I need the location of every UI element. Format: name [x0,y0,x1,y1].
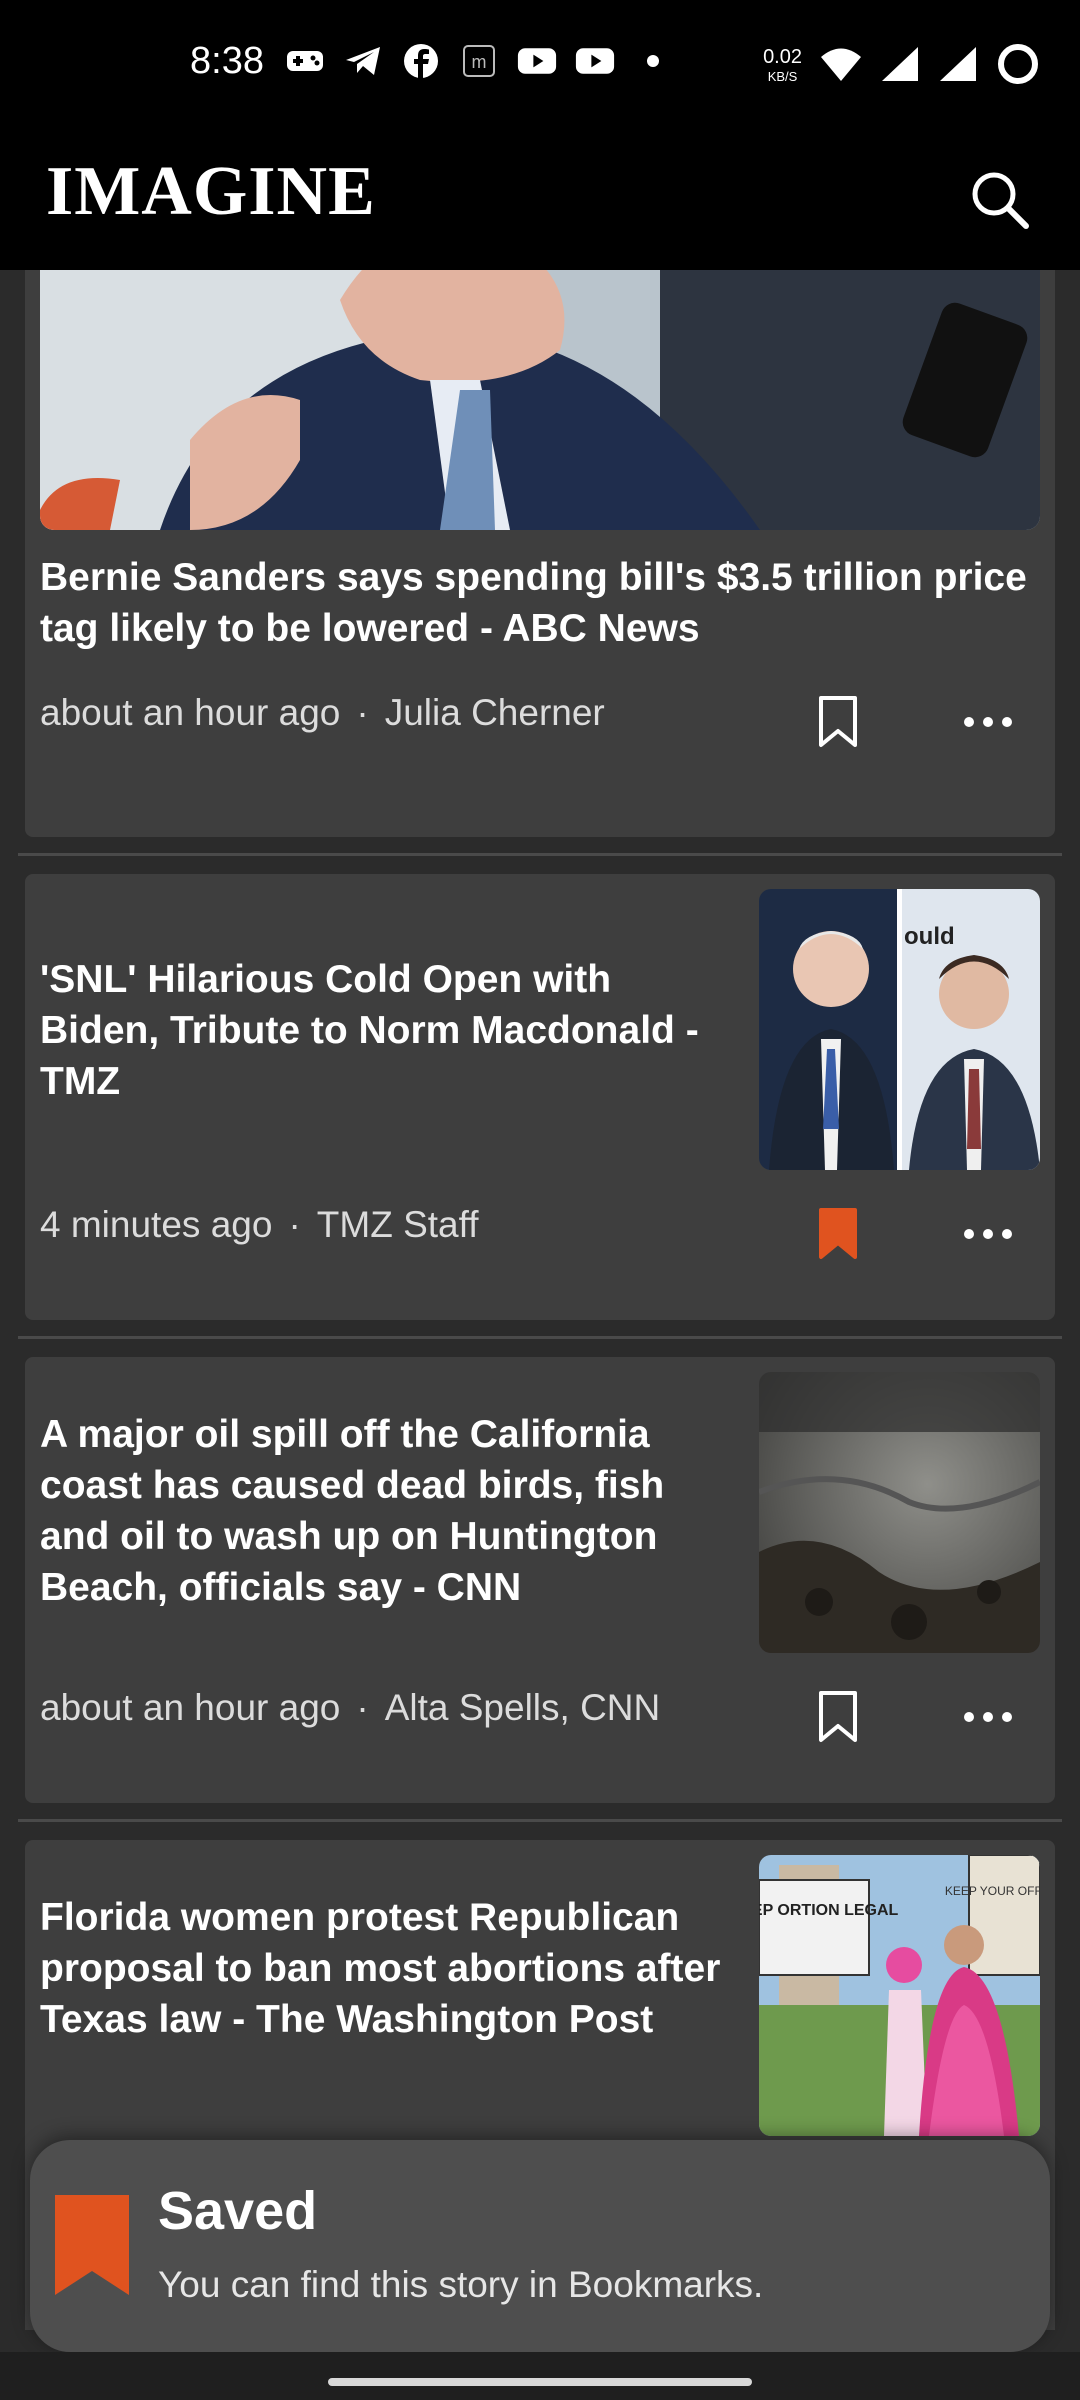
bookmark-button[interactable] [808,687,868,757]
article-meta: 4 minutes ago · TMZ Staff [40,1204,479,1246]
article-title[interactable]: Florida women protest Republican proposa… [40,1892,730,2045]
system-icons: 0.02 KB/S [763,42,1040,91]
battery-icon [996,42,1040,91]
search-button[interactable] [958,158,1042,242]
divider [18,1819,1062,1822]
net-speed-unit: KB/S [767,68,798,84]
thumb-sign-right: KEEP YOUR OFF MY [945,1884,1040,1898]
notification-icons: m [285,44,673,78]
article-author: TMZ Staff [316,1204,479,1245]
thumb-caption: ould [904,923,955,950]
article-card[interactable]: A major oil spill off the California coa… [25,1357,1055,1803]
divider [18,1336,1062,1339]
thumb-sign-left: KEEP ORTION LEGAL [759,1902,899,1919]
article-time: about an hour ago [40,1687,341,1728]
youtube-icon [517,44,557,78]
signal-icon [880,45,920,88]
net-speed-value: 0.02 [763,45,802,68]
bookmark-filled-icon [55,2195,129,2295]
more-horizontal-icon [964,1229,1012,1239]
article-meta: about an hour ago · Alta Spells, CNN [40,1687,660,1729]
youtube-icon [575,44,615,78]
snackbar-title: Saved [158,2181,318,2241]
wifi-icon [820,46,862,87]
bookmark-button[interactable] [808,1199,868,1269]
bookmark-filled-icon [819,1208,857,1259]
article-card[interactable]: Bernie Sanders says spending bill's $3.5… [25,270,1055,837]
news-feed: Bernie Sanders says spending bill's $3.5… [0,270,1080,2330]
article-image [759,1372,1040,1653]
more-options-button[interactable] [948,1682,1028,1752]
article-title[interactable]: A major oil spill off the California coa… [40,1409,730,1613]
article-title[interactable]: 'SNL' Hilarious Cold Open with Biden, Tr… [40,954,730,1107]
status-bar: 8:38 m 0.02 KB/S [0,0,1080,130]
article-image: ould [759,889,1040,1170]
m-icon: m [459,44,499,78]
meta-separator: · [356,1687,369,1728]
article-meta: about an hour ago · Julia Cherner [40,692,605,734]
facebook-icon [401,44,441,78]
article-time: about an hour ago [40,692,341,733]
navigation-bar [0,2352,1080,2400]
app-title: IMAGINE [46,153,376,230]
article-time: 4 minutes ago [40,1204,273,1245]
bookmark-outline-icon [819,696,857,747]
snackbar-message: You can find this story in Bookmarks. [158,2264,764,2305]
article-card[interactable]: 'SNL' Hilarious Cold Open with Biden, Tr… [25,874,1055,1320]
telegram-icon [343,44,383,78]
more-options-button[interactable] [948,687,1028,757]
svg-text:m: m [472,52,487,72]
game-controller-icon [285,44,325,78]
more-horizontal-icon [964,717,1012,727]
net-speed: 0.02 KB/S [763,47,802,87]
app-bar: IMAGINE [0,130,1080,270]
more-options-button[interactable] [948,1199,1028,1269]
divider [18,853,1062,856]
article-title[interactable]: Bernie Sanders says spending bill's $3.5… [40,552,1050,654]
gesture-handle[interactable] [328,2378,752,2386]
dot-icon [633,44,673,78]
article-author: Julia Cherner [384,692,605,733]
bookmark-outline-icon [819,1691,857,1742]
article-image: KEEP ORTION LEGAL KEEP YOUR OFF MY [759,1855,1040,2136]
meta-separator: · [288,1204,301,1245]
status-time: 8:38 [190,40,264,82]
article-image [40,270,1040,530]
saved-snackbar: Saved You can find this story in Bookmar… [30,2140,1050,2352]
signal-icon [938,45,978,88]
search-icon [972,172,1029,229]
more-horizontal-icon [964,1712,1012,1722]
article-author: Alta Spells, CNN [384,1687,661,1728]
bookmark-button[interactable] [808,1682,868,1752]
meta-separator: · [356,692,369,733]
